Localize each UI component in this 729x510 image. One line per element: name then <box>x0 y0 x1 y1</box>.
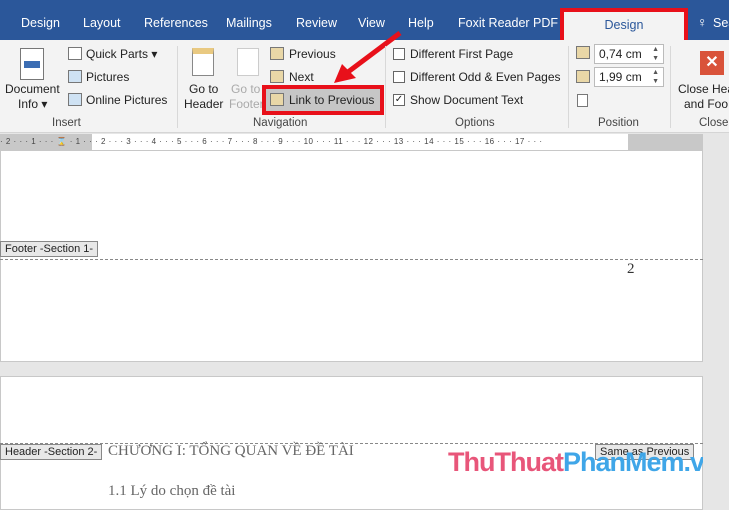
previous-icon <box>270 47 284 60</box>
footer-from-bottom-input[interactable]: 1,99 cm ▲ ▼ <box>594 67 664 87</box>
go-to-footer-button: Go to <box>231 82 261 96</box>
watermark-part1: ThuThuat <box>448 447 564 477</box>
online-pictures-button[interactable]: Online Pictures <box>86 93 167 107</box>
tab-foxit[interactable]: Foxit Reader PDF <box>458 16 558 30</box>
header-text-heading[interactable]: CHƯƠNG I: TỔNG QUAN VỀ ĐỀ TÀI <box>108 443 354 460</box>
ruler-ticks: · 2 · · · 1 · · · ⌛ · 1 · · · 2 · · · 3 … <box>0 137 543 146</box>
group-label-insert: Insert <box>52 117 81 129</box>
insert-alignment-tab-icon[interactable] <box>577 94 588 107</box>
vertical-scrollbar[interactable] <box>703 150 729 510</box>
page-1 <box>0 150 703 362</box>
group-label-close: Close <box>699 117 729 129</box>
close-header-footer-button[interactable]: Close Hea <box>678 82 729 96</box>
divider <box>385 46 386 128</box>
group-label-navigation: Navigation <box>253 117 308 129</box>
document-info-label2[interactable]: Info ▾ <box>18 97 47 111</box>
quick-parts-icon <box>68 47 82 60</box>
different-odd-even-checkbox[interactable] <box>393 71 405 83</box>
header-position-icon <box>576 46 590 59</box>
tab-design-1[interactable]: Design <box>21 16 60 30</box>
header-section-2-label: Header -Section 2- <box>0 444 103 460</box>
group-label-position: Position <box>598 117 639 129</box>
horizontal-ruler[interactable]: · 2 · · · 1 · · · ⌛ · 1 · · · 2 · · · 3 … <box>0 134 703 150</box>
header-from-top-input[interactable]: 0,74 cm ▲ ▼ <box>594 44 664 64</box>
go-to-header-button[interactable]: Go to <box>189 82 218 96</box>
group-label-options: Options <box>455 117 495 129</box>
different-first-page-label[interactable]: Different First Page <box>410 47 513 61</box>
divider <box>568 46 569 128</box>
next-button[interactable]: Next <box>289 70 314 84</box>
spinner-arrows-icon[interactable]: ▲ ▼ <box>652 45 659 63</box>
previous-button[interactable]: Previous <box>289 47 336 61</box>
document-info-icon <box>20 48 44 80</box>
tab-mailings[interactable]: Mailings <box>226 16 272 30</box>
tab-review[interactable]: Review <box>296 16 337 30</box>
go-to-header-icon <box>192 48 214 76</box>
tab-help[interactable]: Help <box>408 16 434 30</box>
next-icon <box>270 70 284 83</box>
body-subheading[interactable]: 1.1 Lý do chọn đề tài <box>108 483 235 500</box>
tab-layout[interactable]: Layout <box>83 16 121 30</box>
document-info-button[interactable]: Document <box>5 82 60 96</box>
show-document-text-checkbox[interactable]: ✓ <box>393 94 405 106</box>
go-to-header-label2[interactable]: Header <box>184 97 223 111</box>
highlight-design-tab <box>560 8 688 44</box>
footer-boundary <box>0 259 703 260</box>
footer-from-bottom-value: 1,99 cm <box>599 70 642 84</box>
go-to-footer-icon <box>237 48 259 76</box>
page-number[interactable]: 2 <box>627 261 635 278</box>
search-label[interactable]: Sea <box>713 16 729 30</box>
watermark-logo: ThuThuatPhanMem.vn <box>448 447 721 478</box>
show-document-text-label[interactable]: Show Document Text <box>410 93 523 107</box>
footer-section-1-label: Footer -Section 1- <box>0 241 99 257</box>
header-from-top-value: 0,74 cm <box>599 47 642 61</box>
different-odd-even-label[interactable]: Different Odd & Even Pages <box>410 70 561 84</box>
pictures-icon <box>68 70 82 83</box>
watermark-part2: PhanMem <box>562 447 685 477</box>
go-to-footer-label2: Footer <box>229 97 263 111</box>
online-pictures-icon <box>68 93 82 106</box>
highlight-link-to-previous <box>262 85 384 115</box>
spinner-arrows-icon[interactable]: ▲ ▼ <box>652 68 659 86</box>
tab-view[interactable]: View <box>358 16 385 30</box>
close-icon[interactable]: ✕ <box>700 51 724 75</box>
divider <box>670 46 671 128</box>
footer-position-icon <box>576 70 590 83</box>
different-first-page-checkbox[interactable] <box>393 48 405 60</box>
quick-parts-button[interactable]: Quick Parts ▾ <box>86 47 157 61</box>
divider <box>177 46 178 128</box>
pictures-button[interactable]: Pictures <box>86 70 129 84</box>
tab-references[interactable]: References <box>144 16 208 30</box>
lightbulb-icon[interactable]: ♀ <box>697 14 708 30</box>
close-header-footer-label2[interactable]: and Foo <box>684 97 728 111</box>
